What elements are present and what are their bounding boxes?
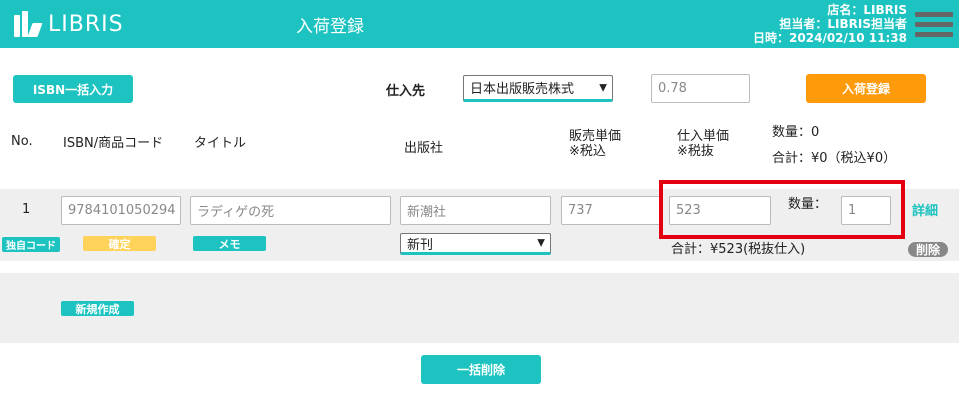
condition-select[interactable]: 新刊 ▼ [400, 233, 551, 255]
bulk-delete-button[interactable]: 一括削除 [421, 355, 541, 384]
staff-name: 担当者：LIBRIS担当者 [779, 17, 907, 31]
logo-text: LIBRIS [48, 11, 124, 37]
chevron-down-icon: ▼ [537, 237, 545, 249]
menu-icon[interactable] [915, 12, 953, 46]
logo[interactable]: LIBRIS [14, 10, 124, 38]
header-info: 店名：LIBRIS 担当者：LIBRIS担当者 日時：2024/02/10 11… [753, 3, 907, 45]
page-title: 入荷登録 [296, 17, 364, 37]
condition-value: 新刊 [407, 237, 434, 253]
col-no: No. [11, 134, 33, 149]
rate-input[interactable]: 0.78 [651, 74, 750, 103]
col-sale-price: 販売単価 ※税込 [569, 129, 621, 159]
col-cost-price-line1: 仕入単価 [677, 129, 730, 144]
row-number: 1 [22, 202, 31, 217]
store-name: 店名：LIBRIS [827, 3, 907, 17]
total-quantity: 数量：0 [772, 125, 820, 140]
supplier-value: 日本出版販売株式 [470, 82, 575, 97]
supplier-label: 仕入先 [386, 84, 426, 99]
libris-logo-icon [14, 11, 43, 37]
own-code-tag[interactable]: 独自コード [2, 237, 60, 252]
new-create-button[interactable]: 新規作成 [61, 301, 134, 316]
isbn-bulk-input-button[interactable]: ISBN一括入力 [13, 75, 133, 103]
new-row-area [0, 273, 959, 343]
register-button[interactable]: 入荷登録 [806, 74, 926, 103]
col-isbn: ISBN/商品コード [63, 136, 164, 151]
memo-tag[interactable]: メモ [193, 236, 266, 251]
col-sale-price-line2: ※税込 [569, 144, 606, 159]
sale-price-input[interactable]: 737 [561, 196, 661, 225]
confirm-tag[interactable]: 確定 [83, 236, 156, 251]
col-cost-price: 仕入単価 ※税抜 [677, 129, 729, 159]
col-sale-price-line1: 販売単価 [569, 129, 622, 144]
chevron-down-icon: ▼ [599, 82, 607, 93]
title-input[interactable]: ラディゲの死 [190, 196, 391, 225]
delete-tag[interactable]: 削除 [908, 242, 948, 257]
row-subtotal: 合計：¥523(税抜仕入) [671, 242, 806, 257]
col-publisher: 出版社 [404, 141, 444, 156]
publisher-input[interactable]: 新潮社 [400, 196, 551, 225]
col-title: タイトル [194, 136, 247, 151]
isbn-input[interactable]: 9784101050294 [61, 196, 181, 225]
total-sum: 合計：¥0（税込¥0） [772, 151, 897, 166]
supplier-select[interactable]: 日本出版販売株式 ▼ [463, 75, 613, 102]
date-time: 日時：2024/02/10 11:38 [753, 31, 907, 45]
col-cost-price-line2: ※税抜 [677, 144, 714, 159]
app-header: LIBRIS 入荷登録 店名：LIBRIS 担当者：LIBRIS担当者 日時：2… [0, 0, 959, 48]
detail-link[interactable]: 詳細 [912, 200, 938, 219]
highlight-box [659, 180, 905, 239]
